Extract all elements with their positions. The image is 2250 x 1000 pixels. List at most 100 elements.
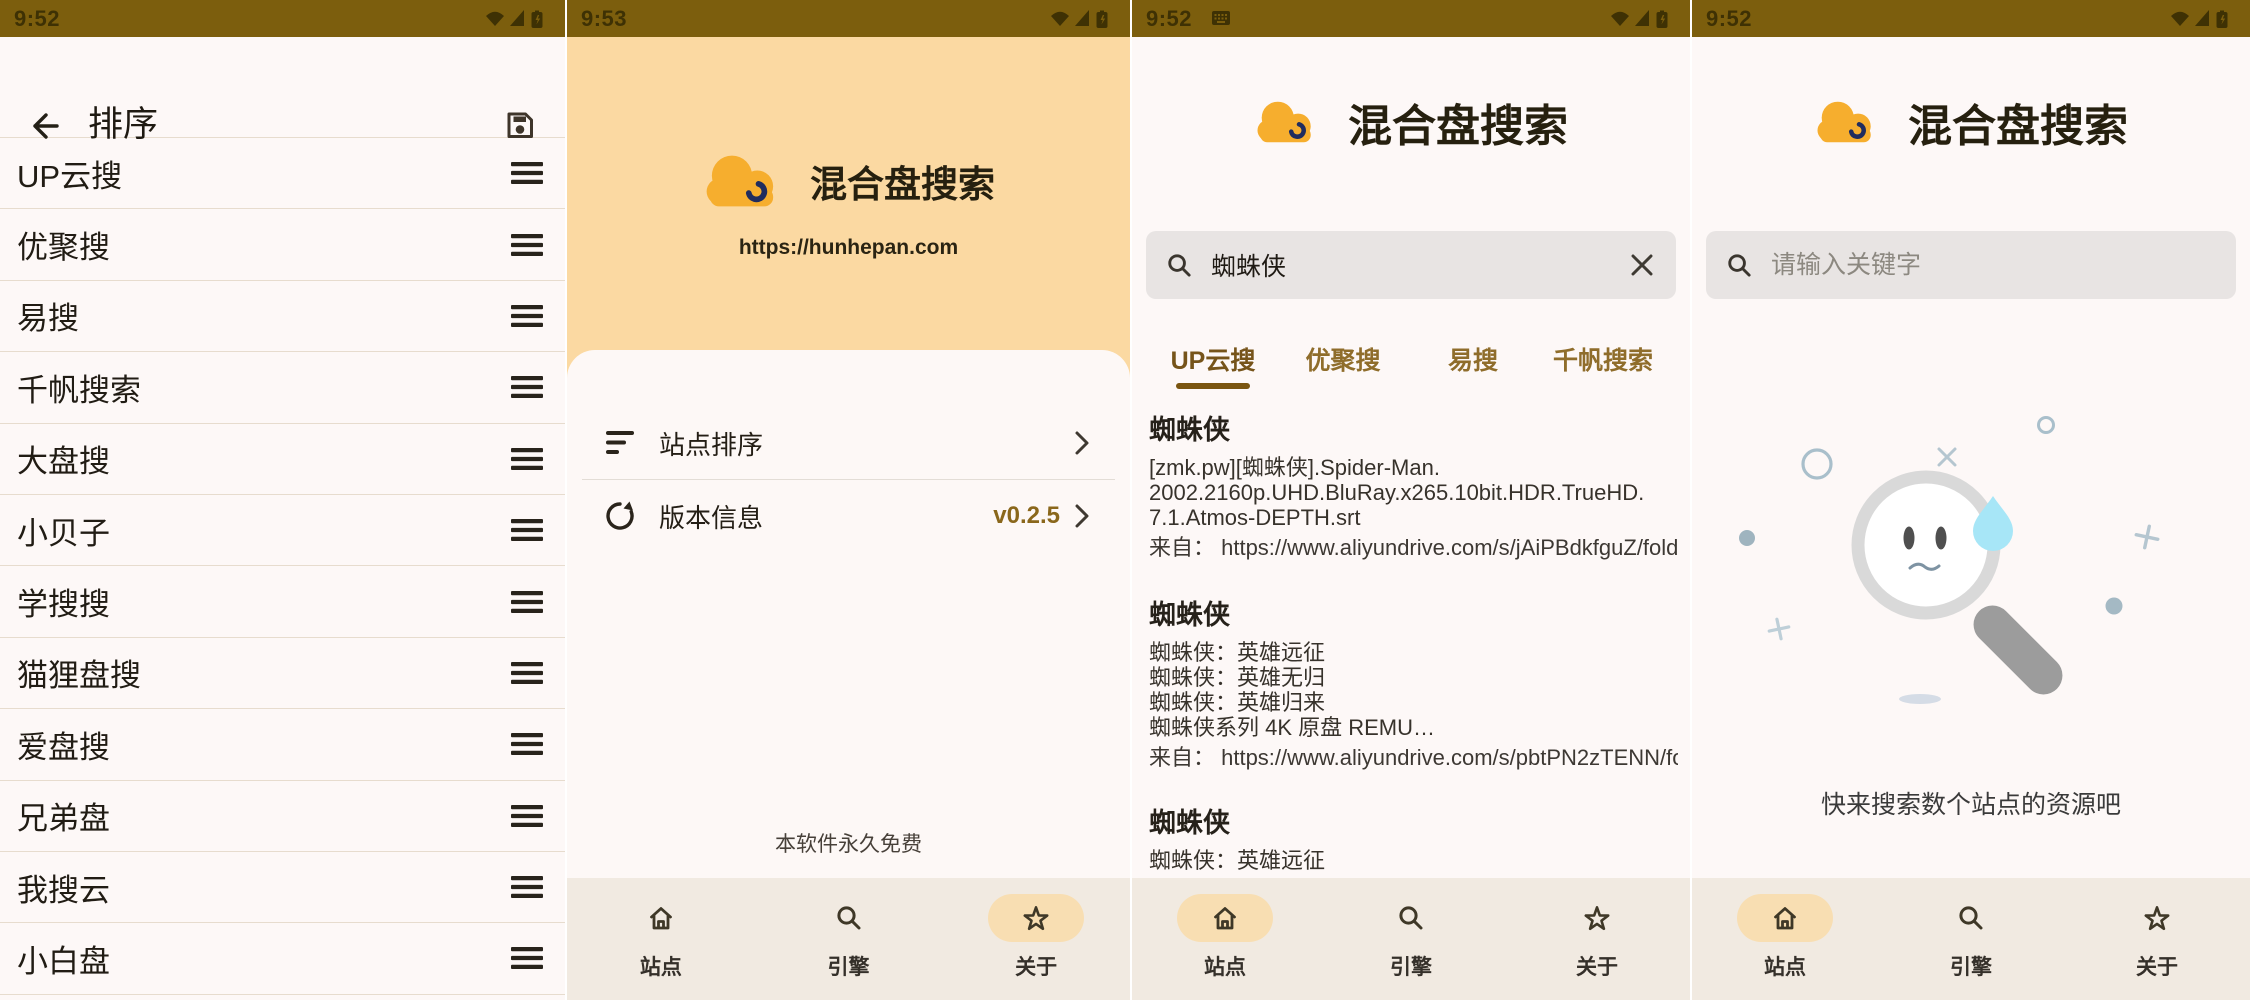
nav-item-engines[interactable]: 引擎 [1878, 878, 2064, 1000]
battery-icon [2217, 10, 2228, 28]
sort-list-item[interactable]: 爱盘搜 [0, 709, 565, 780]
nav-label: 引擎 [828, 951, 870, 981]
site-tabs: UP云搜 优聚搜 易搜 千帆搜索 [1148, 338, 1668, 392]
tab-youjusou[interactable]: 优聚搜 [1278, 338, 1408, 392]
screen-sort: 9:52 排序 [0, 0, 565, 1000]
home-icon [1211, 904, 1239, 932]
sort-list-item[interactable]: 猫狸盘搜 [0, 638, 565, 709]
cellular-icon [2195, 10, 2209, 26]
sort-list-item[interactable]: 兄弟盘 [0, 781, 565, 852]
cellular-icon [1635, 10, 1649, 26]
app-url: https://hunhepan.com [567, 236, 1130, 260]
drag-handle-icon[interactable] [511, 947, 543, 969]
star-icon [1583, 904, 1611, 932]
chevron-right-icon [1074, 502, 1090, 530]
menu-item-version[interactable]: 版本信息 v0.2.5 [567, 480, 1130, 552]
nav-item-sites[interactable]: 站点 [1692, 878, 1878, 1000]
site-name: 优聚搜 [17, 222, 110, 267]
menu-label: 站点排序 [659, 425, 763, 462]
tab-label: 千帆搜索 [1553, 347, 1653, 375]
search-icon [1957, 904, 1985, 932]
wifi-icon [2171, 11, 2189, 25]
sort-header: 排序 [0, 37, 565, 138]
nav-item-sites[interactable]: 站点 [567, 878, 755, 1000]
nav-label: 关于 [2136, 951, 2178, 981]
deco-x-mark [1939, 449, 1955, 465]
drag-handle-icon[interactable] [511, 591, 543, 613]
face-eye [1936, 527, 1947, 550]
nav-label: 站点 [1764, 951, 1806, 981]
result-title: 蜘蛛侠 [1149, 599, 1678, 631]
drag-handle-icon[interactable] [511, 305, 543, 327]
drag-handle-icon[interactable] [511, 876, 543, 898]
sort-list-item[interactable]: 优聚搜 [0, 209, 565, 280]
sort-list-item[interactable]: 学搜搜 [0, 566, 565, 637]
status-time: 9:52 [1706, 6, 1752, 32]
search-input[interactable] [1209, 250, 1628, 281]
tab-label: UP云搜 [1171, 347, 1256, 375]
deco-dot [2106, 598, 2123, 615]
status-bar: 9:52 [0, 0, 565, 37]
star-icon [1022, 904, 1050, 932]
result-line: 7.1.Atmos-DEPTH.srt [1149, 505, 1678, 530]
drag-handle-icon[interactable] [511, 805, 543, 827]
battery-icon [1657, 10, 1668, 28]
sort-list-item[interactable]: 千帆搜索 [0, 352, 565, 423]
drag-handle-icon[interactable] [511, 234, 543, 256]
sort-list-item[interactable]: 小贝子 [0, 495, 565, 566]
tab-yisou[interactable]: 易搜 [1408, 338, 1538, 392]
search-input[interactable] [1769, 250, 2216, 281]
site-name: 小白盘 [17, 936, 110, 981]
result-item[interactable]: 蜘蛛侠 蜘蛛侠：英雄远征 [1149, 807, 1678, 873]
drag-handle-icon[interactable] [511, 162, 543, 184]
tab-qianfan[interactable]: 千帆搜索 [1538, 338, 1668, 392]
drag-handle-icon[interactable] [511, 733, 543, 755]
nav-label: 引擎 [1390, 951, 1432, 981]
tab-upyunsou[interactable]: UP云搜 [1148, 338, 1278, 392]
deco-dot [1739, 530, 1755, 546]
drag-handle-icon[interactable] [511, 376, 543, 398]
save-button[interactable] [503, 108, 537, 142]
nav-item-sites[interactable]: 站点 [1132, 878, 1318, 1000]
site-name: 我搜云 [17, 865, 110, 910]
wifi-icon [1611, 11, 1629, 25]
home-icon [1771, 904, 1799, 932]
result-line: 蜘蛛侠：英雄远征 [1149, 848, 1678, 873]
magnifier-glass [1858, 477, 1994, 613]
result-item[interactable]: 蜘蛛侠 [zmk.pw][蜘蛛侠].Spider-Man. 2002.2160p… [1149, 414, 1678, 560]
battery-icon [1097, 10, 1108, 28]
sort-list-item[interactable]: 小白盘 [0, 923, 565, 994]
bottom-nav: 站点 引擎 关于 [567, 878, 1130, 1000]
star-icon [2143, 904, 2171, 932]
sort-list-item[interactable]: 大盘搜 [0, 424, 565, 495]
result-source-link[interactable]: 来自： https://www.aliyundrive.com/s/pbtPN2… [1149, 745, 1678, 770]
sort-list-item[interactable]: UP云搜 [0, 138, 565, 209]
result-source-link[interactable]: 来自： https://www.aliyundrive.com/s/jAiPBd… [1149, 535, 1678, 560]
chevron-right-icon [1074, 429, 1090, 457]
site-name: 千帆搜索 [17, 365, 141, 410]
nav-item-engines[interactable]: 引擎 [1318, 878, 1504, 1000]
sort-list-item[interactable]: 我搜云 [0, 852, 565, 923]
sortable-site-list: UP云搜 优聚搜 易搜 千帆搜索 大盘搜 小贝子 [0, 138, 565, 995]
screenshot-montage: 9:52 排序 [0, 0, 2250, 1000]
drag-handle-icon[interactable] [511, 662, 543, 684]
menu-item-site-sort[interactable]: 站点排序 [567, 407, 1130, 479]
update-icon [603, 499, 637, 533]
result-item[interactable]: 蜘蛛侠 蜘蛛侠：英雄远征 蜘蛛侠：英雄无归 蜘蛛侠：英雄归来 蜘蛛侠系列 4K … [1149, 599, 1678, 770]
site-name: UP云搜 [17, 151, 122, 196]
spacer [1149, 560, 1678, 599]
nav-item-about[interactable]: 关于 [1504, 878, 1690, 1000]
sort-list-item[interactable]: 易搜 [0, 281, 565, 352]
clear-search-icon[interactable] [1628, 251, 1656, 279]
status-bar: 9:52 [1132, 0, 1690, 37]
drag-handle-icon[interactable] [511, 519, 543, 541]
nav-item-about[interactable]: 关于 [2064, 878, 2250, 1000]
result-title: 蜘蛛侠 [1149, 807, 1678, 839]
drag-handle-icon[interactable] [511, 448, 543, 470]
result-line: 蜘蛛侠：英雄归来 [1149, 690, 1678, 715]
nav-label: 引擎 [1950, 951, 1992, 981]
nav-item-about[interactable]: 关于 [942, 878, 1130, 1000]
deco-circle [2039, 418, 2054, 433]
nav-item-engines[interactable]: 引擎 [755, 878, 943, 1000]
cellular-icon [510, 10, 524, 26]
